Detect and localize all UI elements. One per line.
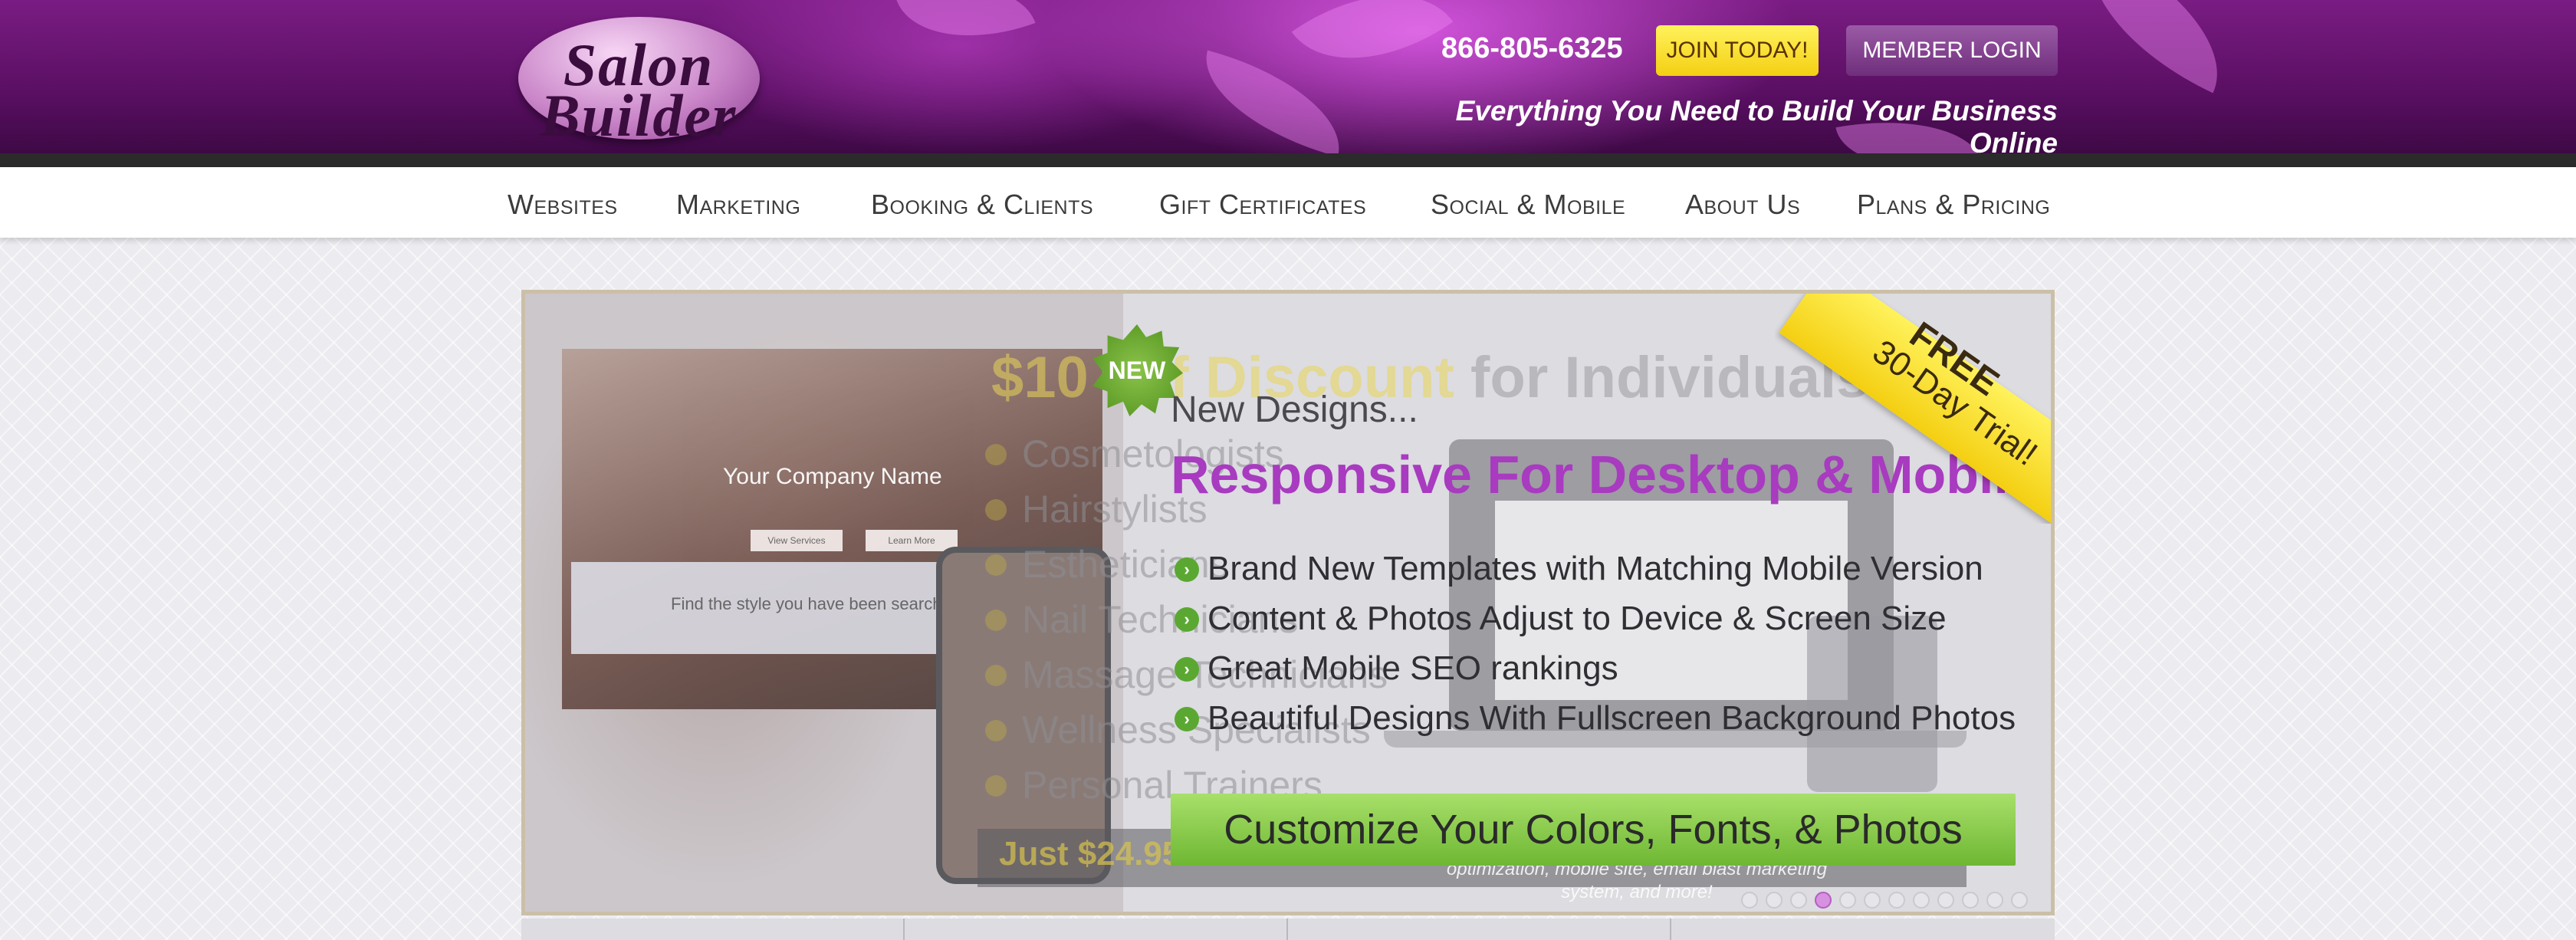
previous-slide-bullet [985, 610, 1007, 631]
feature-item: Beautiful Designs With Fullscreen Backgr… [1208, 699, 2016, 737]
mockup-company-name: Your Company Name [723, 464, 942, 489]
mockup-button-view-services: View Services [751, 530, 843, 551]
free-trial-ribbon[interactable]: FREE 30-Day Trial! [1775, 294, 2051, 524]
slider-dot[interactable] [1913, 892, 1930, 909]
strip-divider [1286, 919, 1288, 940]
check-bullet-icon: › [1175, 707, 1199, 731]
feature-item: Content & Photos Adjust to Device & Scre… [1208, 600, 1947, 637]
salon-builder-logo[interactable]: Salon Builder [512, 14, 765, 149]
decorative-leaf [1291, 0, 1454, 101]
slider-dot[interactable] [1888, 892, 1905, 909]
nav-item-booking-clients[interactable]: Booking & Clients [871, 189, 1093, 221]
phone-number[interactable]: 866-805-6325 [1441, 32, 1623, 65]
strip-divider [903, 919, 905, 940]
previous-slide-bullet [985, 554, 1007, 576]
hero-slider[interactable]: Your Company Name View Services Learn Mo… [521, 290, 2055, 915]
feature-item: Great Mobile SEO rankings [1208, 649, 1618, 687]
previous-slide-bullet [985, 775, 1007, 797]
slider-dot[interactable] [2011, 892, 2028, 909]
header-divider-band [0, 153, 2576, 167]
slider-dot[interactable] [1962, 892, 1979, 909]
slider-dot[interactable] [1766, 892, 1783, 909]
decorative-leaf [896, 0, 1036, 65]
join-today-button[interactable]: JOIN TODAY! [1656, 25, 1819, 76]
header-tagline: Everything You Need to Build Your Busine… [1455, 95, 2058, 153]
slider-dot[interactable] [1864, 892, 1881, 909]
mockup-button-learn-more: Learn More [866, 530, 958, 551]
customize-cta-button[interactable]: Customize Your Colors, Fonts, & Photos [1171, 794, 2016, 866]
slider-dot[interactable] [1790, 892, 1807, 909]
previous-slide-bullet [985, 720, 1007, 741]
slide-subtitle: New Designs... [1171, 389, 1418, 430]
nav-item-gift-certificates[interactable]: Gift Certificates [1159, 189, 1366, 221]
check-bullet-icon: › [1175, 557, 1199, 582]
previous-slide-bullet [985, 665, 1007, 686]
feature-tabs-strip [521, 919, 2055, 940]
slider-dot[interactable] [1741, 892, 1758, 909]
check-bullet-icon: › [1175, 657, 1199, 682]
slider-dot[interactable] [1986, 892, 2003, 909]
nav-item-marketing[interactable]: Marketing [676, 189, 800, 221]
decorative-leaf [1189, 50, 1356, 153]
member-login-button[interactable]: MEMBER LOGIN [1846, 25, 2058, 76]
site-header: Salon Builder 866-805-6325 JOIN TODAY! M… [0, 0, 2576, 153]
check-bullet-icon: › [1175, 607, 1199, 632]
logo-text-line2: Builder [540, 82, 738, 149]
previous-slide-bullet [985, 444, 1007, 465]
nav-item-about-us[interactable]: About Us [1685, 189, 1800, 221]
strip-divider [1670, 919, 1671, 940]
new-badge-label: NEW [1108, 357, 1166, 384]
decorative-leaf [2060, 0, 2249, 94]
slider-dot[interactable] [1937, 892, 1954, 909]
nav-item-social-mobile[interactable]: Social & Mobile [1431, 189, 1625, 221]
nav-item-websites[interactable]: Websites [508, 189, 618, 221]
feature-item: Brand New Templates with Matching Mobile… [1208, 550, 1983, 587]
slider-dot[interactable] [1839, 892, 1856, 909]
main-navigation: Websites Marketing Booking & Clients Gif… [0, 167, 2576, 238]
previous-slide-bullet [985, 499, 1007, 521]
nav-item-plans-pricing[interactable]: Plans & Pricing [1857, 189, 2050, 221]
slider-dot[interactable] [1815, 892, 1832, 909]
